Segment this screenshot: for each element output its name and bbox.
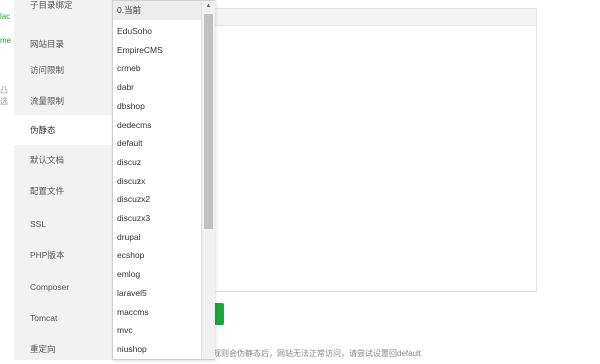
dropdown-option[interactable]: emlog <box>113 265 201 284</box>
dropdown-option[interactable]: laravel5 <box>113 284 201 303</box>
scroll-up-arrow-icon[interactable]: ▲ <box>202 1 215 12</box>
sidebar-item-default-doc[interactable]: 默认文档 <box>14 145 112 175</box>
rewrite-help-note: …规则会伪静态后，网站无法正常访问，请尝试设置回default <box>205 349 422 358</box>
dropdown-option[interactable]: dedecms <box>113 116 201 135</box>
dropdown-option[interactable]: 0.当前 <box>113 1 201 20</box>
dropdown-option[interactable]: dabr <box>113 78 201 97</box>
rewrite-template-dropdown[interactable]: 0.当前 EduSoho EmpireCMS crmeb dabr dbshop… <box>112 0 215 360</box>
sidebar-item-config-file[interactable]: 配置文件 <box>14 176 112 206</box>
dropdown-option[interactable]: EmpireCMS <box>113 41 201 60</box>
left-fragment: me <box>0 36 12 45</box>
dropdown-option[interactable]: drupal <box>113 228 201 247</box>
dropdown-option[interactable]: discuz <box>113 153 201 172</box>
sidebar-item-access-limit[interactable]: 访问限制 <box>14 55 112 85</box>
dropdown-option[interactable]: default <box>113 134 201 153</box>
sidebar-item-ssl[interactable]: SSL <box>14 209 112 239</box>
editor-header <box>206 9 536 26</box>
rewrite-rules-editor[interactable] <box>205 8 537 292</box>
dropdown-scrollbar[interactable]: ▲ <box>201 1 215 359</box>
sidebar-item-traffic-limit[interactable]: 流量限制 <box>14 86 112 116</box>
dropdown-option[interactable]: mvc <box>113 321 201 340</box>
left-fragment: lac <box>0 12 11 21</box>
dropdown-option[interactable]: niushop <box>113 340 201 359</box>
sidebar-item-php-version[interactable]: PHP版本 <box>14 240 112 270</box>
left-clipped-strip: lac me 凸选 <box>0 0 14 360</box>
sidebar-item-rewrite[interactable]: 伪静态 <box>14 115 112 145</box>
site-settings-sidebar: 子目录绑定 网站目录 访问限制 流量限制 伪静态 默认文档 配置文件 SSL P… <box>14 0 113 360</box>
dropdown-option[interactable]: maccms <box>113 303 201 322</box>
sidebar-item-tomcat[interactable]: Tomcat <box>14 303 112 333</box>
sidebar-item-subdirectory[interactable]: 子目录绑定 <box>14 0 112 20</box>
dropdown-option[interactable]: dbshop <box>113 97 201 116</box>
dropdown-option[interactable]: discuzx2 <box>113 190 201 209</box>
left-fragment: 凸选 <box>0 86 8 106</box>
sidebar-item-composer[interactable]: Composer <box>14 272 112 302</box>
scroll-thumb[interactable] <box>204 14 213 229</box>
dropdown-option[interactable]: EduSoho <box>113 22 201 41</box>
dropdown-option[interactable]: ecshop <box>113 246 201 265</box>
dropdown-option[interactable]: crmeb <box>113 59 201 78</box>
dropdown-option[interactable]: discuzx <box>113 172 201 191</box>
dropdown-option[interactable]: discuzx3 <box>113 209 201 228</box>
